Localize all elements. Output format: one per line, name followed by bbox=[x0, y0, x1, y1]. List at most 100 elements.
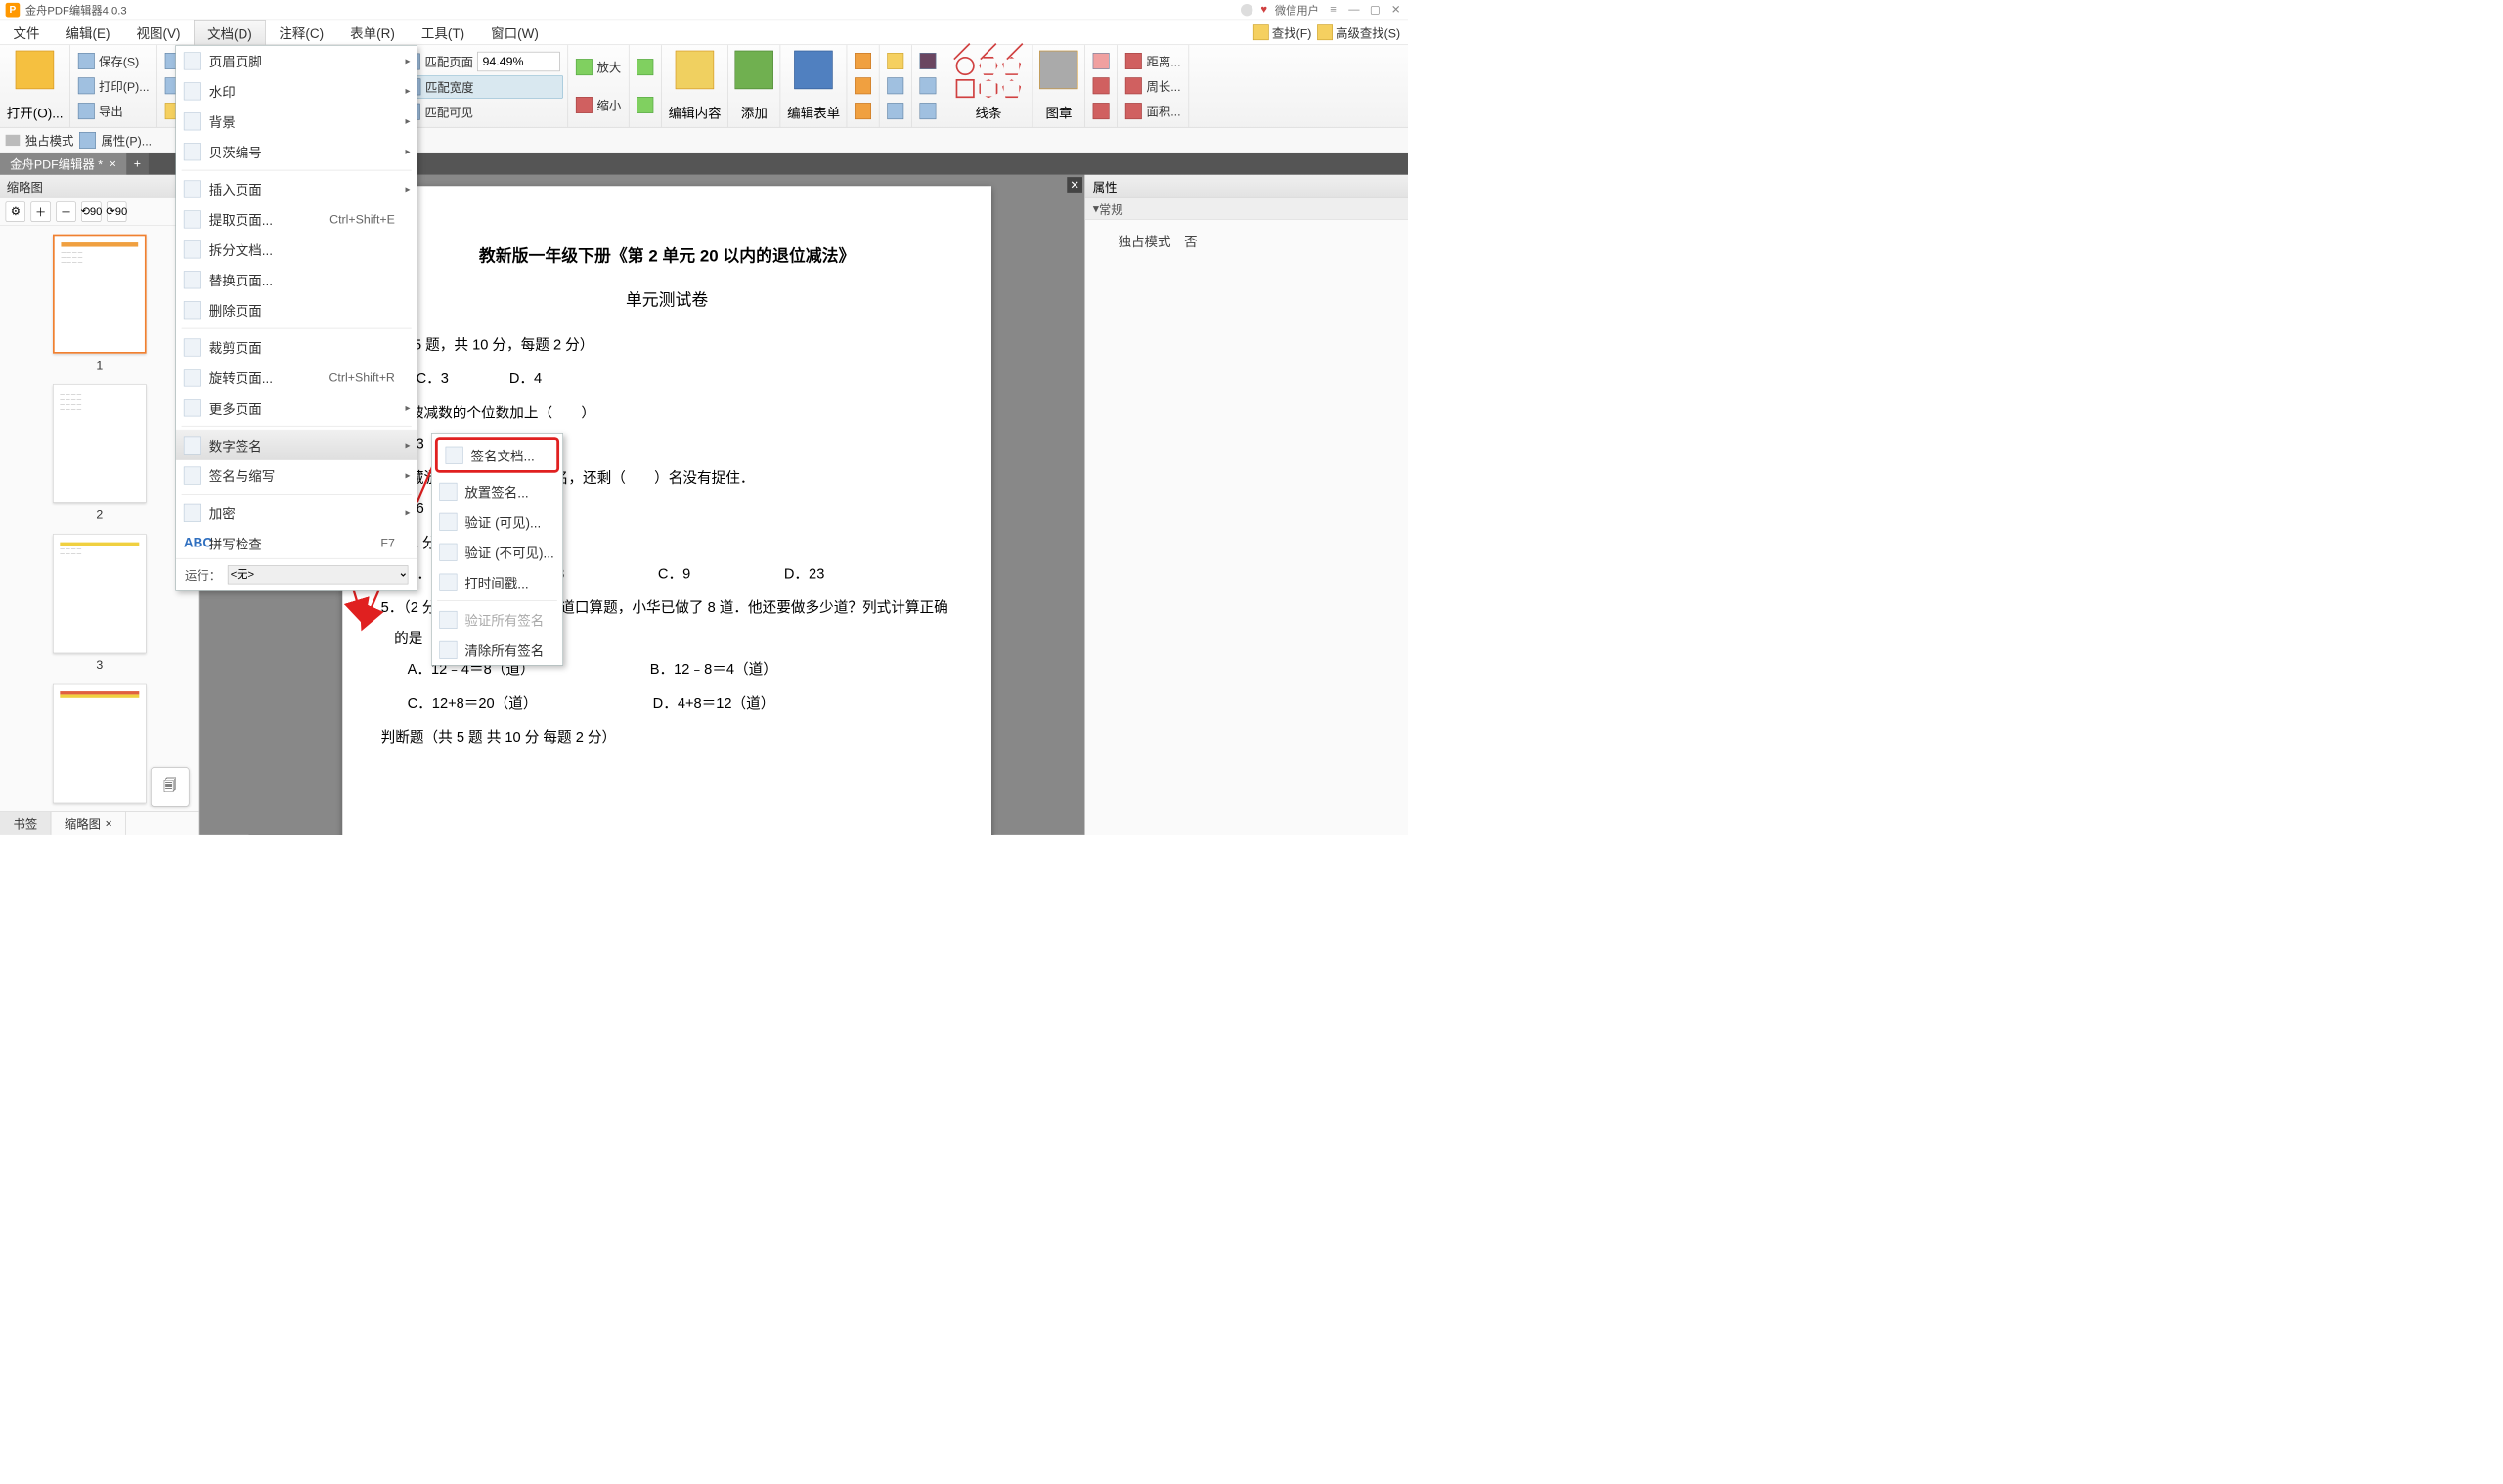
user-avatar-icon[interactable] bbox=[1241, 4, 1252, 16]
properties-panel: 属性 ▾ 常规 独占模式否 bbox=[1084, 175, 1408, 835]
properties-button[interactable]: 属性(P)... bbox=[102, 131, 153, 149]
fit-page-button[interactable]: 匹配页面 bbox=[401, 50, 564, 74]
menu-verify-all: 验证所有签名 bbox=[432, 604, 563, 634]
lines-button[interactable]: 线条 bbox=[949, 49, 1029, 124]
add-button[interactable]: 添加 bbox=[732, 49, 775, 124]
rotate-left-icon[interactable]: ⟲90 bbox=[81, 201, 101, 221]
thumb-page-2[interactable]: — — — —— — — —— — — —— — — — bbox=[53, 384, 147, 503]
ext-icon bbox=[184, 210, 201, 228]
undo-button[interactable] bbox=[634, 57, 657, 77]
close-window-button[interactable]: ✕ bbox=[1389, 3, 1403, 17]
menu-form[interactable]: 表单(R) bbox=[337, 20, 409, 44]
exclusive-button[interactable]: 独占模式 bbox=[25, 131, 74, 149]
stamp-button[interactable]: 图章 bbox=[1037, 49, 1080, 124]
sound[interactable] bbox=[916, 101, 940, 121]
fit-visible-button[interactable]: 匹配可见 bbox=[401, 101, 564, 123]
menu-digital-signature[interactable]: 数字签名▸ bbox=[176, 430, 417, 460]
close-icon[interactable]: × bbox=[105, 816, 111, 831]
print-button[interactable]: 打印(P)... bbox=[74, 75, 153, 98]
copy-pages-button[interactable]: 🗐 bbox=[151, 767, 189, 806]
menu-split[interactable]: 拆分文档... bbox=[176, 235, 417, 265]
menu-document[interactable]: 文档(D) bbox=[194, 20, 266, 44]
menu-encrypt[interactable]: 加密▸ bbox=[176, 498, 417, 528]
props-section[interactable]: ▾ 常规 bbox=[1085, 198, 1408, 221]
tab-bookmarks[interactable]: 书签 bbox=[0, 812, 51, 835]
copy-icon: 🗐 bbox=[163, 775, 176, 798]
menu-more-pages[interactable]: 更多页面▸ bbox=[176, 393, 417, 423]
save-icon bbox=[78, 53, 95, 69]
menu-delete-page[interactable]: 删除页面 bbox=[176, 295, 417, 326]
menu-extract-page[interactable]: 提取页面...Ctrl+Shift+E bbox=[176, 204, 417, 235]
perimeter-button[interactable]: 周长... bbox=[1122, 75, 1184, 98]
rotate-right-icon[interactable]: ⟳90 bbox=[107, 201, 126, 221]
m2[interactable] bbox=[1090, 75, 1114, 96]
save-button[interactable]: 保存(S) bbox=[74, 50, 153, 72]
thumb-page-4[interactable] bbox=[53, 683, 147, 803]
menu-icon[interactable]: ≡ bbox=[1327, 3, 1340, 16]
menu-background[interactable]: 背景▸ bbox=[176, 107, 417, 137]
t1[interactable] bbox=[852, 51, 875, 71]
zoom-out-thumb[interactable]: － bbox=[56, 201, 75, 221]
menu-replace-page[interactable]: 替换页面... bbox=[176, 265, 417, 295]
menu-timestamp[interactable]: 打时间戳... bbox=[432, 567, 563, 597]
t3[interactable] bbox=[852, 101, 875, 121]
minimize-button[interactable]: — bbox=[1347, 3, 1361, 16]
thumb-page-3[interactable]: — — — —— — — — bbox=[53, 534, 147, 653]
menu-crop-page[interactable]: 裁剪页面 bbox=[176, 332, 417, 363]
find-button[interactable]: 查找(F) bbox=[1253, 23, 1312, 41]
menu-watermark[interactable]: 水印▸ bbox=[176, 76, 417, 107]
lock-icon bbox=[184, 504, 201, 522]
tab-thumbnails[interactable]: 缩略图× bbox=[51, 812, 125, 835]
menu-sign-initials[interactable]: 签名与缩写▸ bbox=[176, 460, 417, 491]
menu-spellcheck[interactable]: ABC拼写检查F7 bbox=[176, 528, 417, 558]
menu-bates[interactable]: 贝茨编号▸ bbox=[176, 137, 417, 167]
zoom-in-thumb[interactable]: ＋ bbox=[31, 201, 51, 221]
area-button[interactable]: 面积... bbox=[1122, 100, 1184, 122]
props-icon bbox=[79, 132, 96, 149]
menu-place-signature[interactable]: 放置签名... bbox=[432, 476, 563, 506]
run-select[interactable]: <无> bbox=[228, 565, 408, 584]
note[interactable] bbox=[916, 51, 940, 71]
open-button[interactable]: 打开(O)... bbox=[5, 49, 66, 124]
props-title: 属性 bbox=[1085, 175, 1408, 198]
document-tab[interactable]: 金舟PDF编辑器 *× bbox=[0, 153, 126, 175]
menu-sign-document[interactable]: 签名文档... bbox=[435, 437, 559, 473]
tab-close-icon[interactable]: × bbox=[110, 156, 116, 171]
zoom-input[interactable] bbox=[477, 52, 559, 71]
area-icon bbox=[1125, 103, 1142, 119]
menu-edit[interactable]: 编辑(E) bbox=[53, 20, 123, 44]
menu-tool[interactable]: 工具(T) bbox=[408, 20, 477, 44]
eraser[interactable] bbox=[1090, 51, 1114, 71]
thumb-list[interactable]: — — — —— — — —— — — — 1 — — — —— — — —— … bbox=[0, 226, 199, 812]
maximize-button[interactable]: ▢ bbox=[1369, 3, 1383, 17]
tu[interactable] bbox=[884, 101, 907, 121]
thumb-page-1[interactable]: — — — —— — — —— — — — bbox=[53, 235, 147, 354]
export-button[interactable]: 导出 bbox=[74, 100, 153, 122]
advanced-find-button[interactable]: 高级查找(S) bbox=[1317, 23, 1400, 41]
distance-button[interactable]: 距离... bbox=[1122, 50, 1184, 72]
menu-clear-all[interactable]: 清除所有签名 bbox=[432, 634, 563, 665]
tt[interactable] bbox=[884, 75, 907, 96]
menu-header-footer[interactable]: 页眉页脚▸ bbox=[176, 46, 417, 76]
edit-content-button[interactable]: 编辑内容 bbox=[666, 49, 724, 124]
settings-icon[interactable]: ⚙ bbox=[6, 201, 25, 221]
redo-button[interactable] bbox=[634, 95, 657, 115]
menu-verify-invisible[interactable]: 验证 (不可见)... bbox=[432, 537, 563, 567]
menu-verify-visible[interactable]: 验证 (可见)... bbox=[432, 506, 563, 537]
menu-rotate-page[interactable]: 旋转页面...Ctrl+Shift+R bbox=[176, 363, 417, 393]
menu-annotate[interactable]: 注释(C) bbox=[266, 20, 337, 44]
new-tab-button[interactable]: + bbox=[126, 153, 149, 175]
menu-view[interactable]: 视图(V) bbox=[123, 20, 194, 44]
edit-form-button[interactable]: 编辑表单 bbox=[785, 49, 843, 124]
hl[interactable] bbox=[884, 51, 907, 71]
tu-icon bbox=[888, 103, 904, 119]
menu-insert-page[interactable]: 插入页面▸ bbox=[176, 174, 417, 204]
t2[interactable] bbox=[852, 75, 875, 96]
menu-window[interactable]: 窗口(W) bbox=[478, 20, 552, 44]
attach[interactable] bbox=[916, 75, 940, 96]
zoom-out-button[interactable]: 缩小 bbox=[573, 94, 625, 116]
menu-file[interactable]: 文件 bbox=[0, 20, 53, 44]
m3[interactable] bbox=[1090, 101, 1114, 121]
fit-width-button[interactable]: 匹配宽度 bbox=[401, 75, 564, 99]
zoom-in-button[interactable]: 放大 bbox=[573, 57, 625, 79]
